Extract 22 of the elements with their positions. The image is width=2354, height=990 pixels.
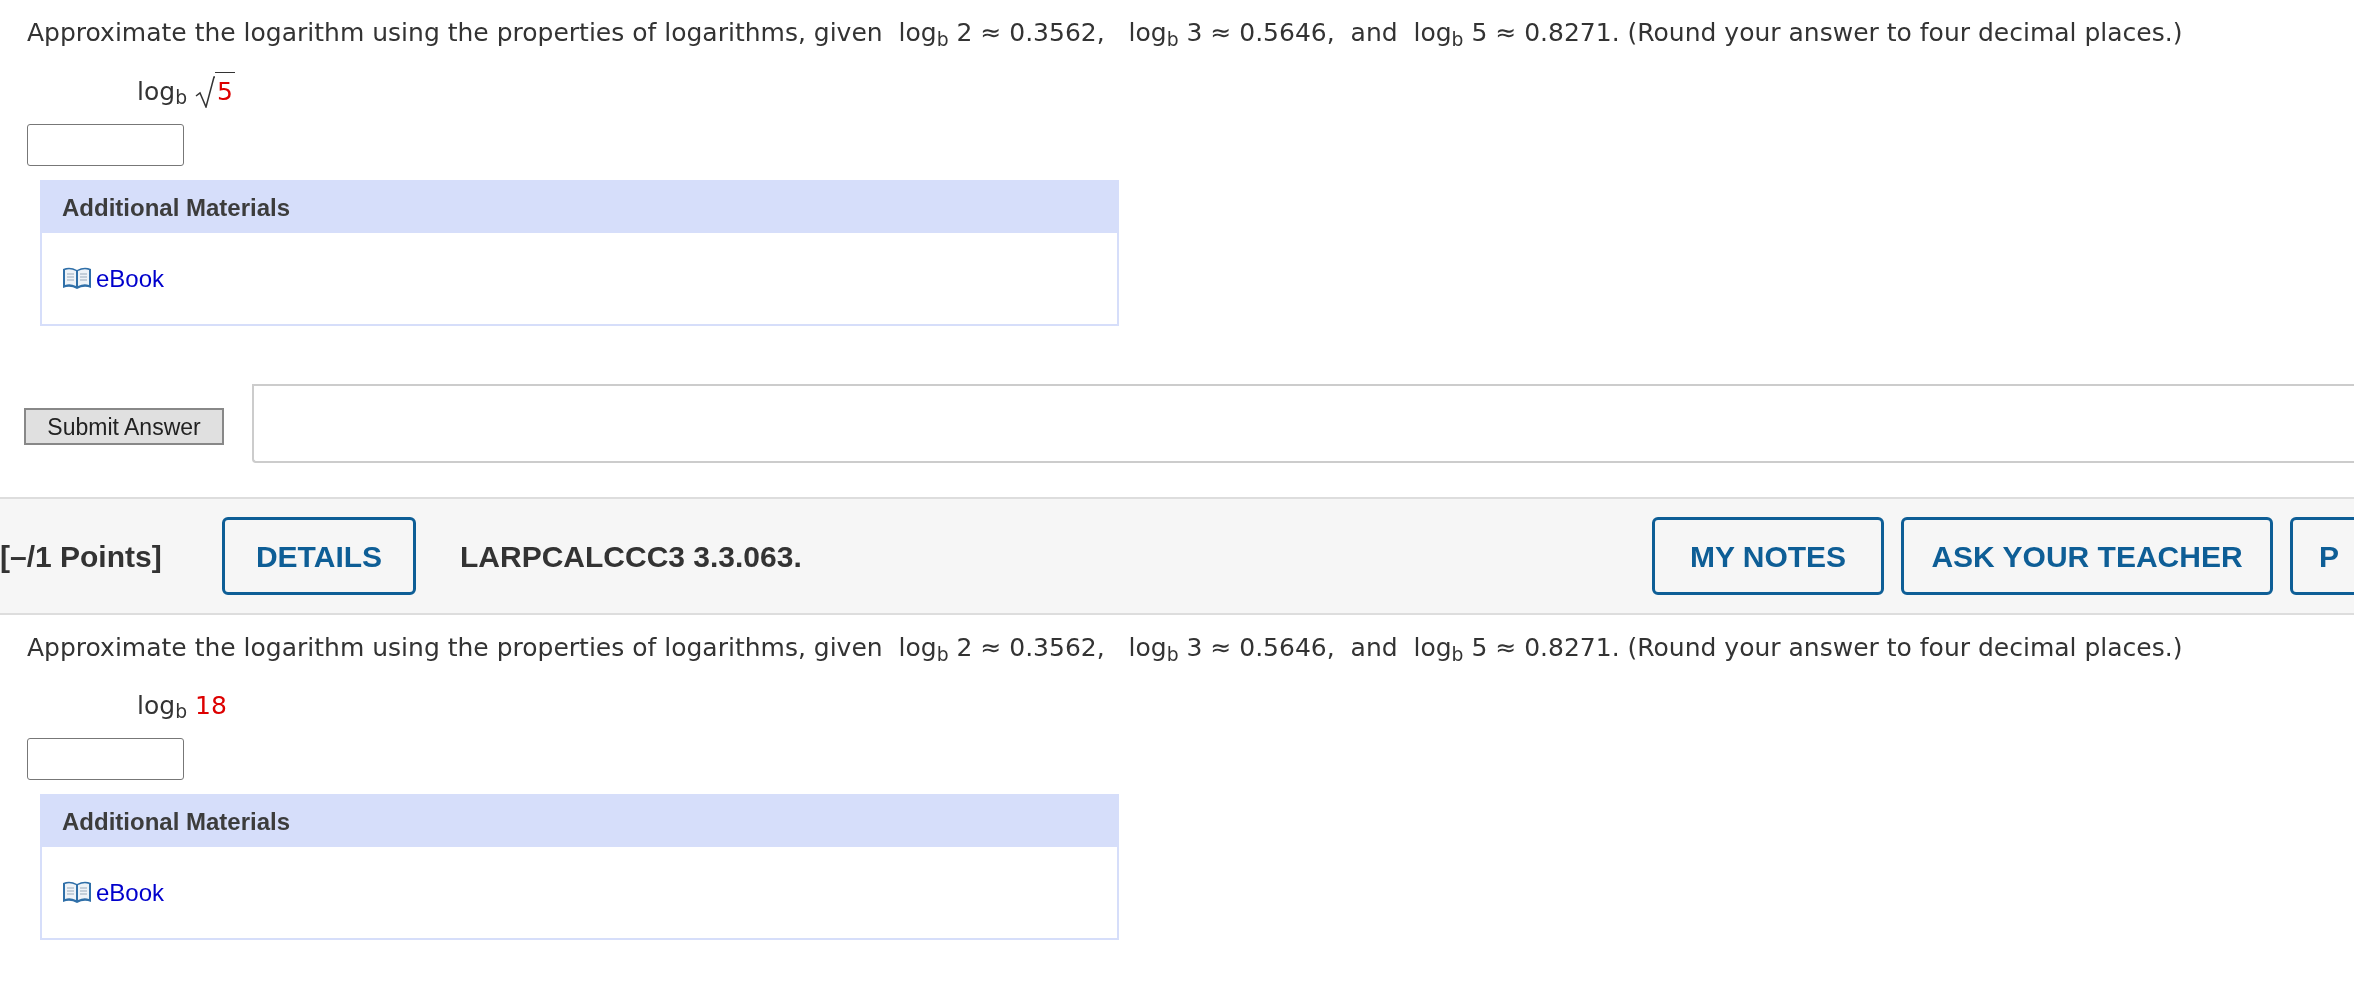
details-button[interactable]: DETAILS — [222, 517, 416, 595]
question-text: Approximate the logarithm using the properties of logarithms, given log$_{b}$ 2 ≈ 0.3562, log$_{b}$ 3 ≈ 0.5646, and log$_{b}$ 5 ≈ 0.8271. (Round your answer to four decimal places.) — [26, 17, 2184, 52]
ebook-link[interactable]: eBook — [96, 260, 165, 297]
materials-title: Additional Materials — [62, 806, 291, 837]
header-button[interactable]: MY NOTES — [1652, 517, 1884, 595]
ebook-link[interactable]: eBook — [96, 874, 165, 911]
book-icon — [62, 265, 92, 292]
header-button[interactable]: P — [2290, 517, 2354, 595]
points-label: [–/1 Points] — [0, 538, 163, 575]
submit-answer-button[interactable]: Submit Answer — [24, 408, 224, 445]
materials-title: Additional Materials — [62, 192, 291, 223]
book-icon — [62, 879, 92, 906]
header-button[interactable]: ASK YOUR TEACHER — [1901, 517, 2273, 595]
answer-field[interactable] — [27, 738, 184, 780]
log-argument: 5 — [215, 71, 235, 110]
log-argument: 18 — [195, 689, 227, 722]
radical-sign-icon — [195, 76, 216, 108]
problem-id: LARPCALCCC3 3.3.063. — [460, 538, 802, 575]
log-expression: log$_{b}$ — [137, 75, 188, 110]
question-text: Approximate the logarithm using the properties of logarithms, given log$_{b}$ 2 ≈ 0.3562, log$_{b}$ 3 ≈ 0.5646, and log$_{b}$ 5 ≈ 0.8271. (Round your answer to four decimal places.) — [26, 632, 2184, 667]
answer-field[interactable] — [27, 124, 184, 166]
log-expression: log$_{b}$ — [137, 689, 188, 724]
